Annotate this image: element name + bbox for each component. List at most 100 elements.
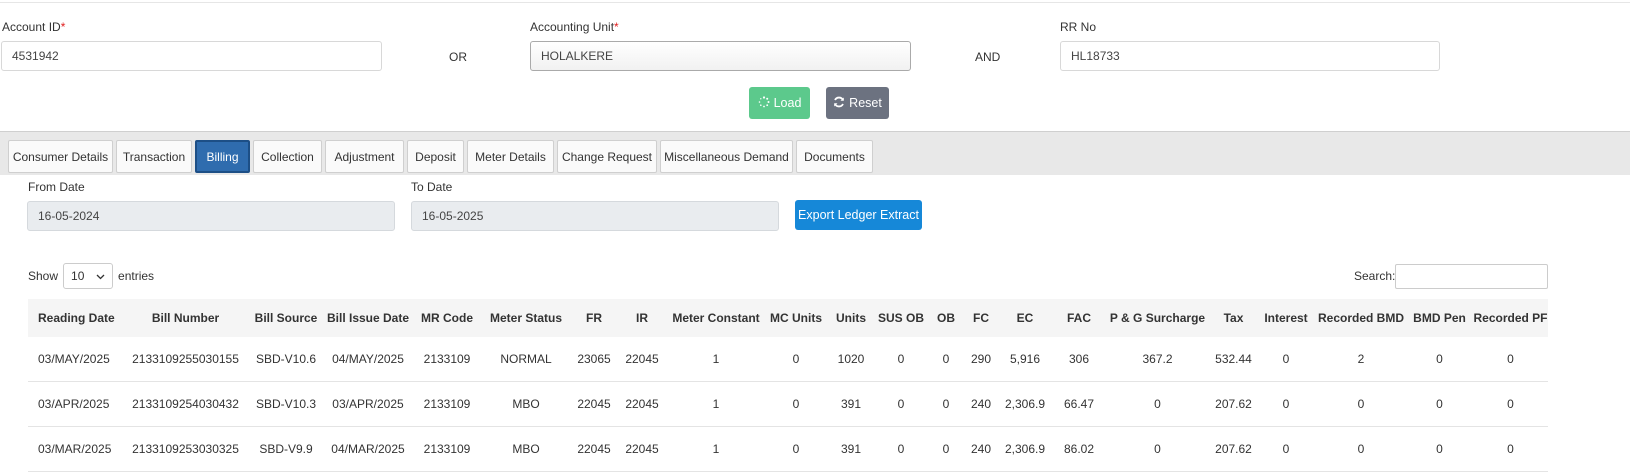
table-cell: 391 [826,426,876,472]
table-cell: 22045 [570,381,618,427]
table-cell: 2133109 [412,381,482,427]
column-header[interactable]: Interest [1256,299,1316,337]
table-cell: 22045 [570,426,618,472]
column-header[interactable]: Reading Date [28,299,123,337]
table-cell: 66.47 [1054,381,1104,427]
table-cell: 367.2 [1104,337,1211,382]
column-header[interactable]: EC [996,299,1054,337]
table-row: 03/MAR/2025 2133109253030325 SBD-V9.9 04/MA… [28,426,1548,472]
table-cell: 22045 [618,337,666,382]
table-cell: 03/MAR/2025 [28,426,123,472]
table-cell: 0 [926,426,966,472]
tab-transaction[interactable]: Transaction [116,140,192,173]
table-cell: 2133109254030432 [123,381,248,427]
table-cell: 0 [1104,426,1211,472]
column-header[interactable]: Units [826,299,876,337]
tab-adjustment[interactable]: Adjustment [325,140,404,173]
column-header[interactable]: Recorded BMD [1316,299,1406,337]
column-header[interactable]: Meter Constant [666,299,766,337]
table-cell: 207.62 [1211,381,1256,427]
table-cell: 0 [1406,337,1473,382]
column-header[interactable]: FR [570,299,618,337]
table-cell: 22045 [618,426,666,472]
column-header[interactable]: Recorded PF [1473,299,1548,337]
table-cell: SBD-V10.3 [248,381,324,427]
rr-no-field[interactable]: HL18733 [1060,41,1440,71]
table-cell: 0 [766,381,826,427]
table-row: 03/MAY/2025 2133109255030155 SBD-V10.6 04/M… [28,337,1548,382]
table-cell: 0 [1473,426,1548,472]
table-cell: SBD-V10.6 [248,337,324,382]
table-cell: 0 [1316,426,1406,472]
table-cell: 240 [966,426,996,472]
table-cell: 5,916 [996,337,1054,382]
search-label: Search: [1354,269,1396,283]
tab-collection[interactable]: Collection [253,140,322,173]
column-header[interactable]: IR [618,299,666,337]
search-input[interactable] [1395,264,1548,289]
chevron-down-icon [96,269,105,283]
accounting-unit-label: Accounting Unit* [530,20,619,34]
entries-label: entries [118,269,155,283]
column-header[interactable]: Meter Status [482,299,570,337]
column-header[interactable]: BMD Pen [1406,299,1473,337]
rr-no-label: RR No [1060,20,1097,34]
table-cell: 0 [876,337,926,382]
tab-deposit[interactable]: Deposit [407,140,464,173]
export-ledger-button[interactable]: Export Ledger Extract [795,200,922,230]
tab-documents[interactable]: Documents [796,140,873,173]
table-cell: 04/MAY/2025 [324,337,412,382]
accounting-unit-select[interactable]: HOLALKERE [530,41,911,71]
table-cell: 0 [1256,381,1316,427]
and-label: AND [975,50,1001,64]
account-id-label: Account ID* [2,20,66,34]
to-date-field[interactable]: 16-05-2025 [411,201,779,231]
table-cell: 0 [876,426,926,472]
from-date-field[interactable]: 16-05-2024 [27,201,395,231]
show-label: Show [28,269,59,283]
table-cell: 22045 [618,381,666,427]
table-cell: 0 [766,337,826,382]
table-cell: 2133109 [412,337,482,382]
table-cell: 0 [1104,381,1211,427]
column-header[interactable]: OB [926,299,966,337]
column-header[interactable]: MC Units [766,299,826,337]
column-header[interactable]: MR Code [412,299,482,337]
to-date-label: To Date [411,180,453,194]
table-cell: NORMAL [482,337,570,382]
column-header[interactable]: FC [966,299,996,337]
table-cell: 391 [826,381,876,427]
tab-billing[interactable]: Billing [195,140,250,173]
table-cell: MBO [482,381,570,427]
table-header: Reading Date Bill Number Bill Source Bil… [28,299,1548,337]
column-header[interactable]: Bill Issue Date [324,299,412,337]
table-cell: 0 [1473,381,1548,427]
table-cell: 86.02 [1054,426,1104,472]
table-cell: 1020 [826,337,876,382]
top-divider [0,2,1630,3]
column-header[interactable]: P & G Surcharge [1104,299,1211,337]
tab-miscellaneous-demand[interactable]: Miscellaneous Demand [660,140,793,173]
column-header[interactable]: SUS OB [876,299,926,337]
table-cell: 2,306.9 [996,381,1054,427]
account-id-field[interactable]: 4531942 [1,41,382,71]
column-header[interactable]: Bill Source [248,299,324,337]
table-cell: 0 [1256,426,1316,472]
tab-consumer-details[interactable]: Consumer Details [8,140,113,173]
table-cell: 532.44 [1211,337,1256,382]
page-size-control: Show 10 entries [28,263,154,289]
tab-meter-details[interactable]: Meter Details [467,140,554,173]
column-header[interactable]: Bill Number [123,299,248,337]
reset-button[interactable]: Reset [826,87,889,119]
table-cell: 03/APR/2025 [324,381,412,427]
load-button[interactable]: Load [749,87,810,119]
table-cell: 207.62 [1211,426,1256,472]
column-header[interactable]: FAC [1054,299,1104,337]
table-cell: 306 [1054,337,1104,382]
page-size-select[interactable]: 10 [63,263,114,289]
load-button-label: Load [773,96,802,110]
column-header[interactable]: Tax [1211,299,1256,337]
table-cell: 23065 [570,337,618,382]
table-cell: 1 [666,426,766,472]
tab-change-request[interactable]: Change Request [557,140,657,173]
